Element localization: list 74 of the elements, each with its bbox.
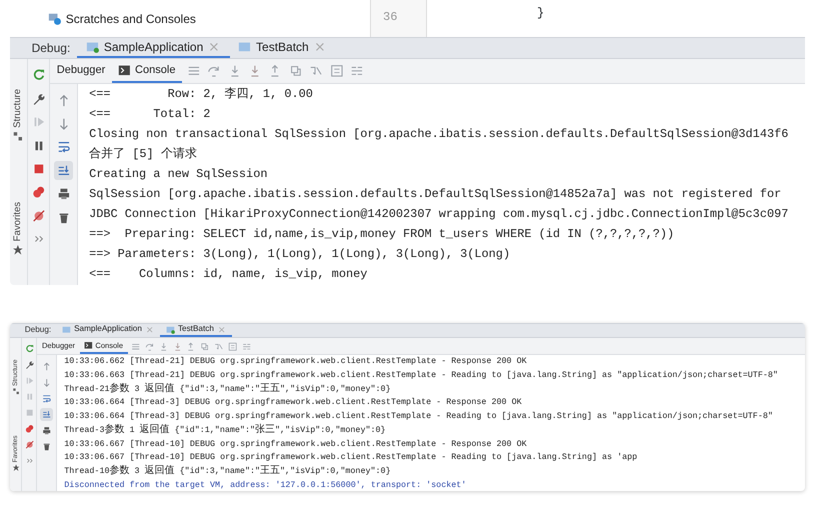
code-line: } [537,6,544,20]
resume-icon [24,376,34,386]
app-window-icon [86,40,100,54]
console-line: Thread-21参数 3 返回值 {"id":3,"name":"王五","isVip":0,"money":0} [64,382,392,396]
step-into-icon [158,342,168,351]
soft-wrap-icon [42,394,52,404]
console-line: 10:33:06.664 [Thread-3] DEBUG org.springframework.web.client.RestTemplate - Reading to [java.lang.String] as "application/json;charset=UTF-8" [64,410,774,424]
run-tab[interactable]: TestBatch [230,38,336,58]
structure-icon [12,387,20,395]
stop-icon [24,408,34,418]
scroll-to-end-button[interactable] [54,161,74,180]
line-number: 36 [383,10,398,24]
console-line: Thread-3参数 1 返回值 {"id":1,"name":"张三","isVip":0,"money":0} [64,424,387,438]
console-icon [84,340,93,350]
pause-icon [24,392,34,402]
soft-wrap-icon [56,140,71,154]
tool-window-label[interactable]: Favorites [11,202,26,256]
scroll-to-end-icon [42,410,52,420]
stop-icon [32,162,46,176]
console-line: 10:33:06.667 [Thread-10] DEBUG org.springframework.web.client.RestTemplate - Reading to [java.lang.String] as 'app [64,451,638,464]
print-icon [56,187,71,201]
down-arrow-icon [42,378,52,388]
breakpoints-icon [24,424,34,434]
console-line: Thread-10参数 3 返回值 {"id":3,"name":"王五","isVip":0,"money":0} [64,464,392,479]
breakpoints-icon [32,185,46,200]
close-icon [216,324,226,334]
console-line: ==> Parameters: 3(Long), 1(Long), 1(Long), 3(Long), 3(Long) [89,246,512,264]
console-line: 10:33:06.662 [Thread-21] DEBUG org.springframework.web.client.RestTemplate - Response 200 OK [64,355,528,368]
console-icon [118,64,132,77]
console-line: Closing non transactional SqlSession [org.apache.ibatis.session.defaults.DefaultSqlSession@3d143f6 [89,126,790,144]
step-out-icon [186,342,196,351]
tree-item[interactable]: Scratches and Consoles [66,10,196,28]
console-line: SqlSession [org.apache.ibatis.session.defaults.DefaultSqlSession@14852a7a] was not registered for [89,186,782,204]
run-tab[interactable]: SampleApplication [56,324,160,338]
debug-label: Debug: [24,324,52,336]
console-line: ==> Preparing: SELECT id,name,is_vip,money FROM t_users WHERE (id IN (?,?,?,?,?)) [89,226,676,244]
up-arrow-icon [42,362,52,372]
rerun-icon [32,68,46,82]
debug-label: Debug: [30,40,72,58]
mute-breakpoints-icon [32,208,46,222]
console-line: 合并了 [5] 个请求 [89,146,198,164]
console-line: 10:33:06.664 [Thread-3] DEBUG org.springframework.web.client.RestTemplate - Response 200 OK [64,396,523,410]
console-line: 10:33:06.663 [Thread-21] DEBUG org.springframework.web.client.RestTemplate - Reading to [java.lang.String] as "application/json;charset=UTF-8" [64,369,779,382]
close-icon [144,324,154,334]
trash-icon [42,442,52,451]
console-line: Creating a new SqlSession [89,166,268,184]
scroll-to-end-icon [56,164,71,178]
console-line: 10:33:06.667 [Thread-10] DEBUG org.springframework.web.client.RestTemplate - Response 200 OK [64,438,528,450]
menu-icon [130,342,140,351]
app-window-icon [238,40,252,54]
resume-icon [32,115,46,129]
view-tab[interactable]: Debugger [50,59,112,84]
wrench-icon [32,92,46,106]
status-message: Disconnected from the target VM, address: '127.0.0.1:56000', transport: 'socket' [64,478,468,491]
structure-icon [12,130,24,142]
view-tab[interactable]: Console [112,59,182,84]
folder-clock-icon [48,12,62,26]
trash-icon [56,210,71,224]
app-window-icon [62,324,72,334]
console-line: <== Row: 2, 李四, 1, 0.00 [89,86,314,104]
print-icon [42,426,52,435]
console-line: <== Total: 2 [89,106,212,124]
mute-breakpoints-icon [24,440,34,450]
console-line: <== Columns: id, name, is_vip, money [89,266,368,284]
step-over-icon [207,64,222,78]
star-icon [12,464,20,472]
tool-window-label[interactable]: Structure [11,89,26,142]
step-over-icon [144,342,154,351]
rerun-icon [24,344,34,354]
console-line: JDBC Connection [HikariProxyConnection@142002307 wrapping com.mysql.cj.jdbc.ConnectionImpl@5c3c097 [89,206,790,224]
wrench-icon [24,360,34,370]
scroll-to-end-button[interactable] [40,408,54,421]
star-icon [12,244,24,256]
app-window-icon [166,324,176,334]
